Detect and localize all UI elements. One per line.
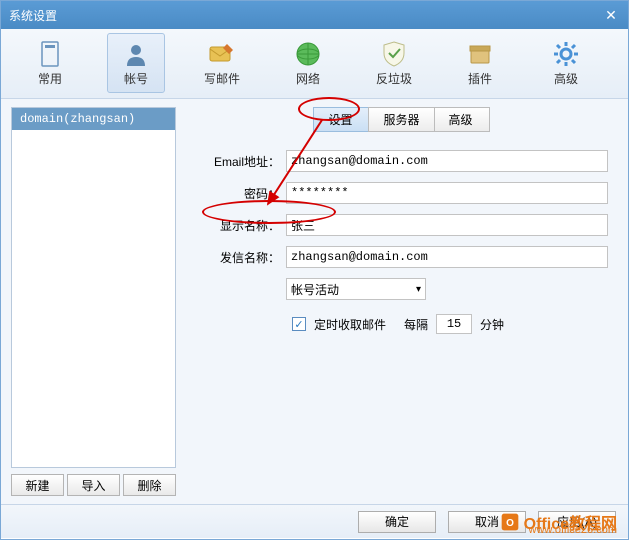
- delete-button[interactable]: 删除: [123, 474, 176, 496]
- input-sender-name[interactable]: [286, 246, 608, 268]
- plugins-icon: [466, 40, 494, 68]
- toolbar-plugins[interactable]: 插件: [451, 33, 509, 93]
- account-list: domain(zhangsan): [11, 107, 176, 468]
- content: domain(zhangsan) 新建 导入 删除 设置 服务器 高级 Emai…: [1, 99, 628, 504]
- toolbar-label: 反垃圾: [376, 70, 412, 87]
- toolbar-label: 常用: [38, 70, 62, 87]
- toolbar-antispam[interactable]: 反垃圾: [365, 33, 423, 93]
- checkbox-schedule[interactable]: ✓: [292, 317, 306, 331]
- new-button[interactable]: 新建: [11, 474, 64, 496]
- tab-settings[interactable]: 设置: [313, 107, 369, 132]
- toolbar-label: 帐号: [124, 70, 148, 87]
- network-icon: [294, 40, 322, 68]
- toolbar-network[interactable]: 网络: [279, 33, 337, 93]
- account-icon: [122, 40, 150, 68]
- label-sender-name: 发信名称：: [196, 249, 286, 266]
- cancel-button[interactable]: 取消: [448, 511, 526, 533]
- row-activity: 帐号活动 ▾: [196, 278, 608, 300]
- label-password: 密码：: [196, 185, 286, 202]
- tab-row: 设置 服务器 高级: [196, 107, 608, 132]
- toolbar-label: 高级: [554, 70, 578, 87]
- row-sender-name: 发信名称：: [196, 246, 608, 268]
- import-button[interactable]: 导入: [67, 474, 120, 496]
- sidebar-buttons: 新建 导入 删除: [11, 474, 176, 496]
- toolbar-advanced[interactable]: 高级: [537, 33, 595, 93]
- apply-button[interactable]: 应用(A): [538, 511, 616, 533]
- input-display-name[interactable]: [286, 214, 608, 236]
- chevron-down-icon: ▾: [416, 284, 421, 295]
- window-title: 系统设置: [9, 7, 57, 24]
- toolbar-label: 写邮件: [204, 70, 240, 87]
- close-icon[interactable]: ✕: [602, 7, 620, 24]
- gear-icon: [552, 40, 580, 68]
- ok-button[interactable]: 确定: [358, 511, 436, 533]
- toolbar-account[interactable]: 帐号: [107, 33, 165, 93]
- input-interval[interactable]: [436, 314, 472, 334]
- label-interval-suffix: 分钟: [480, 316, 504, 333]
- tab-advanced[interactable]: 高级: [434, 107, 490, 132]
- shield-icon: [380, 40, 408, 68]
- label-interval-prefix: 每隔: [404, 316, 428, 333]
- main-panel: 设置 服务器 高级 Email地址： 密码： 显示名称： 发信名称：: [186, 99, 628, 504]
- sidebar: domain(zhangsan) 新建 导入 删除: [1, 99, 186, 504]
- compose-icon: [208, 40, 236, 68]
- row-password: 密码：: [196, 182, 608, 204]
- label-display-name: 显示名称：: [196, 217, 286, 234]
- row-schedule: ✓ 定时收取邮件 每隔 分钟: [292, 314, 608, 334]
- general-icon: [36, 40, 64, 68]
- label-email: Email地址：: [196, 153, 286, 170]
- toolbar-label: 网络: [296, 70, 320, 87]
- label-schedule: 定时收取邮件: [314, 316, 386, 333]
- toolbar-compose[interactable]: 写邮件: [193, 33, 251, 93]
- tab-server[interactable]: 服务器: [368, 107, 434, 132]
- select-value: 帐号活动: [291, 281, 339, 298]
- toolbar-general[interactable]: 常用: [21, 33, 79, 93]
- account-item[interactable]: domain(zhangsan): [12, 108, 175, 130]
- toolbar: 常用 帐号 写邮件 网络 反垃圾: [1, 29, 628, 99]
- select-activity[interactable]: 帐号活动 ▾: [286, 278, 426, 300]
- input-email[interactable]: [286, 150, 608, 172]
- row-display-name: 显示名称：: [196, 214, 608, 236]
- footer: 确定 取消 应用(A): [1, 504, 628, 538]
- row-email: Email地址：: [196, 150, 608, 172]
- input-password[interactable]: [286, 182, 608, 204]
- toolbar-label: 插件: [468, 70, 492, 87]
- titlebar: 系统设置 ✕: [1, 1, 628, 29]
